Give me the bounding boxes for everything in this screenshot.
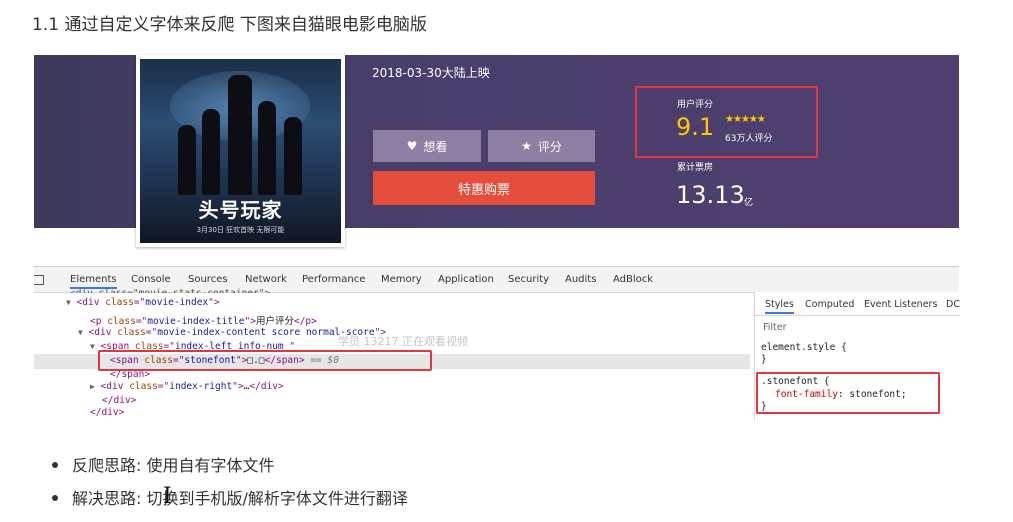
rate-button[interactable]: ★ 评分 bbox=[488, 130, 595, 162]
heart-icon: ♥ bbox=[406, 139, 418, 153]
bullet-solution: 解决思路: 切换到手机版/解析字体文件进行翻译 bbox=[52, 485, 408, 509]
poster-subtitle: 3月30日 狂欢首映 无限可能 bbox=[196, 226, 285, 234]
styles-filter-input[interactable]: Filter bbox=[763, 322, 787, 333]
style-rule-highlight-box bbox=[756, 372, 940, 414]
collapse-triangle-icon[interactable]: ▶ bbox=[90, 382, 95, 391]
box-office-label: 累计票房 bbox=[677, 163, 714, 173]
star-icon: ★ bbox=[725, 114, 734, 125]
tab-network[interactable]: Network bbox=[245, 274, 287, 285]
text-cursor-icon: I bbox=[163, 484, 172, 509]
expand-triangle-icon[interactable]: ▼ bbox=[78, 328, 83, 337]
want-to-see-button[interactable]: ♥ 想看 bbox=[373, 130, 481, 162]
box-office-value: 13.13 bbox=[676, 181, 745, 209]
dom-node-index-title[interactable]: <p class="movie-index-title">用户评分</p> bbox=[90, 313, 317, 327]
code-line-clipped: <div class="movie-stats-container"> bbox=[70, 288, 270, 293]
rating-score: 9.1 bbox=[676, 113, 715, 141]
element-style-rule: element.style { bbox=[761, 342, 847, 353]
styles-tabbar: Styles Computed Event Listeners DC bbox=[755, 292, 960, 316]
dock-icon[interactable] bbox=[34, 275, 44, 285]
buy-ticket-button[interactable]: 特惠购票 bbox=[373, 171, 595, 205]
rating-stars: ★★★★★ bbox=[725, 114, 766, 125]
tab-performance[interactable]: Performance bbox=[302, 274, 365, 285]
tab-elements[interactable]: Elements bbox=[70, 274, 117, 289]
dom-close-div: </div> bbox=[102, 395, 137, 406]
star-icon: ★ bbox=[521, 139, 532, 153]
tab-adblock[interactable]: AdBlock bbox=[613, 274, 653, 285]
rating-count: 63万人评分 bbox=[725, 134, 773, 144]
rating-label: 用户评分 bbox=[677, 100, 714, 110]
movie-poster[interactable]: 头号玩家 3月30日 狂欢首映 无限可能 bbox=[136, 55, 345, 247]
expand-triangle-icon[interactable]: ▼ bbox=[66, 298, 71, 307]
dom-node-movie-index[interactable]: ▼ <div class="movie-index"> bbox=[66, 297, 220, 308]
expand-triangle-icon[interactable]: ▼ bbox=[90, 342, 95, 351]
star-icon: ★ bbox=[732, 114, 742, 125]
tab-console[interactable]: Console bbox=[131, 274, 171, 285]
dom-close-span: </span> bbox=[110, 369, 151, 380]
element-style-close: } bbox=[761, 354, 767, 365]
page-heading: 1.1 通过自定义字体来反爬 下图来自猫眼电影电脑版 bbox=[32, 15, 427, 35]
tab-memory[interactable]: Memory bbox=[381, 274, 422, 285]
poster-title: 头号玩家 bbox=[198, 198, 283, 222]
tab-event-listeners[interactable]: Event Listeners bbox=[864, 299, 937, 310]
bullet-text: 反爬思路: 使用自有字体文件 bbox=[72, 456, 275, 475]
tab-styles[interactable]: Styles bbox=[765, 299, 794, 314]
want-label: 想看 bbox=[423, 139, 448, 154]
tab-computed[interactable]: Computed bbox=[805, 299, 854, 310]
rate-label: 评分 bbox=[537, 139, 562, 154]
release-date: 2018-03-30大陆上映 bbox=[372, 66, 490, 80]
poster-image: 头号玩家 3月30日 狂欢首映 无限可能 bbox=[140, 59, 341, 243]
box-office-unit: 亿 bbox=[744, 198, 754, 208]
star-icon: ★ bbox=[748, 114, 758, 125]
stonefont-highlight-box bbox=[98, 350, 432, 371]
tab-audits[interactable]: Audits bbox=[565, 274, 596, 285]
tab-sources[interactable]: Sources bbox=[188, 274, 228, 285]
star-icon: ★ bbox=[756, 114, 766, 125]
dom-node-index-right[interactable]: ▶ <div class="index-right">…</div> bbox=[90, 381, 284, 392]
tab-application[interactable]: Application bbox=[438, 274, 494, 285]
bullet-text: 解决思路: 切换到手机版/解析字体文件进行翻译 bbox=[72, 489, 408, 508]
tab-security[interactable]: Security bbox=[508, 274, 549, 285]
tab-dom-breakpoints[interactable]: DC bbox=[946, 299, 960, 310]
dom-close-div: </div> bbox=[90, 407, 125, 418]
viewer-watermark: 学员 13217 正在观看视频 bbox=[338, 335, 468, 348]
star-icon: ★ bbox=[740, 114, 750, 125]
bullet-anti-crawl: 反爬思路: 使用自有字体文件 bbox=[52, 452, 274, 476]
